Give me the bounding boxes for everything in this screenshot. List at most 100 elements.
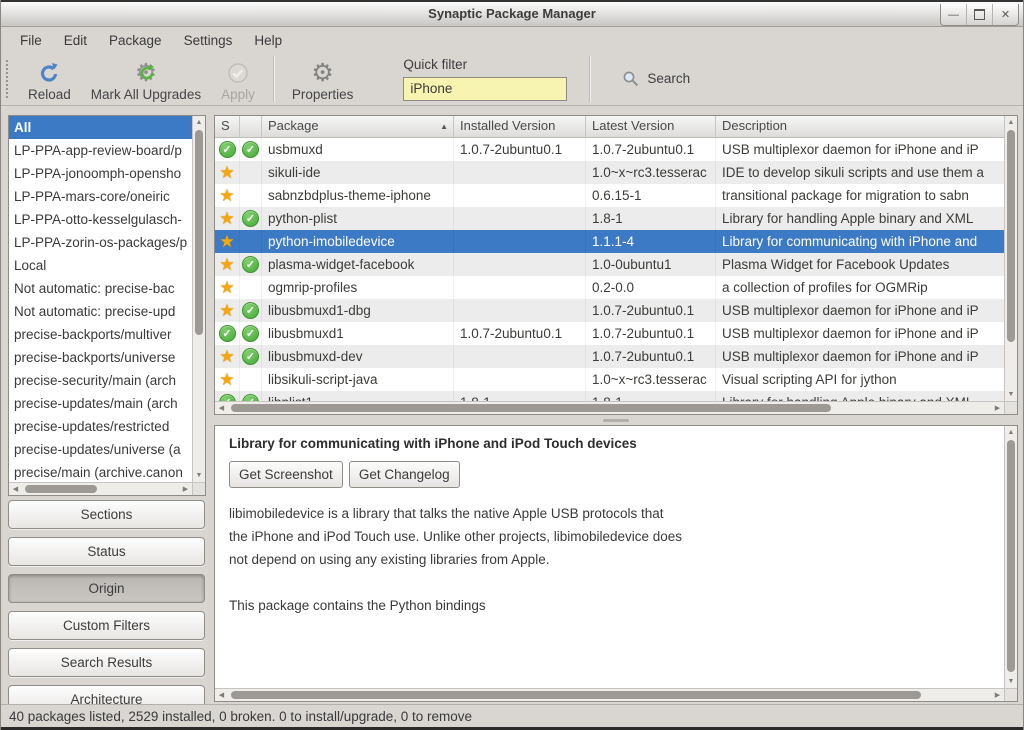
origin-list-item[interactable]: precise-backports/universe [9, 346, 192, 369]
installed-version [454, 230, 586, 253]
filter-category-button[interactable]: Status [8, 537, 205, 566]
origin-list-item[interactable]: precise-updates/universe (a [9, 438, 192, 461]
window-title: Synaptic Package Manager [1, 2, 1023, 26]
toolbar-grip [6, 60, 10, 98]
menu-item[interactable]: Package [98, 31, 173, 50]
reload-button[interactable]: Reload [18, 55, 81, 103]
scrollbar-thumb[interactable] [25, 485, 97, 493]
get-changelog-button[interactable]: Get Changelog [349, 461, 460, 488]
column-header-supported[interactable] [240, 116, 262, 137]
scrollbar-thumb[interactable] [1007, 130, 1015, 342]
scrollbar-corner [192, 482, 205, 495]
table-row[interactable]: python-plist 1.8-1 Library for handling … [215, 207, 1004, 230]
origin-list-item[interactable]: precise/main (archive.canon [9, 461, 192, 482]
package-description: transitional package for migration to sa… [716, 184, 1004, 207]
quick-filter-input[interactable] [403, 77, 567, 101]
properties-button[interactable]: ⚙ Properties [282, 55, 364, 103]
column-header-installed-version[interactable]: Installed Version [454, 116, 586, 137]
new-version-star-icon [215, 184, 240, 207]
filter-category-button[interactable]: Sections [8, 500, 205, 529]
table-row[interactable]: libusbmuxd-dev 1.0.7-2ubuntu0.1 USB mult… [215, 345, 1004, 368]
origin-list-item[interactable]: LP-PPA-mars-core/oneiric [9, 185, 192, 208]
scroll-right-icon[interactable] [991, 689, 1004, 701]
package-description: Library for communicating with iPhone an… [716, 230, 1004, 253]
apply-button[interactable]: Apply [211, 55, 265, 103]
search-button[interactable]: Search [614, 64, 698, 94]
details-vertical-scrollbar[interactable] [1004, 426, 1017, 688]
scroll-down-icon[interactable] [1005, 388, 1017, 401]
installed-check-icon [240, 138, 262, 161]
statusbar: 40 packages listed, 2529 installed, 0 br… [1, 704, 1023, 730]
origin-list-panel: AllLP-PPA-app-review-board/pLP-PPA-jonoo… [8, 115, 206, 496]
installed-version [454, 345, 586, 368]
origin-list-horizontal-scrollbar[interactable] [9, 482, 192, 495]
details-title: Library for communicating with iPhone an… [229, 436, 990, 451]
table-row[interactable]: libusbmuxd1 1.0.7-2ubuntu0.1 1.0.7-2ubun… [215, 322, 1004, 345]
menu-item[interactable]: Help [243, 31, 293, 50]
filter-category-button[interactable]: Custom Filters [8, 611, 205, 640]
filter-category-button[interactable]: Origin [8, 574, 205, 603]
origin-list-item[interactable]: precise-security/main (arch [9, 369, 192, 392]
menu-item[interactable]: File [9, 31, 53, 50]
origin-list-vertical-scrollbar[interactable] [192, 116, 205, 482]
scrollbar-thumb[interactable] [231, 691, 921, 699]
table-row[interactable]: libsikuli-script-java 1.0~x~rc3.tesserac… [215, 368, 1004, 391]
scroll-up-icon[interactable] [193, 116, 205, 129]
latest-version: 1.0~x~rc3.tesserac [586, 368, 716, 391]
column-header-latest-version[interactable]: Latest Version [586, 116, 716, 137]
table-row[interactable]: libplist1 1.8-1 1.8-1 Library for handli… [215, 391, 1004, 401]
column-header-status[interactable]: S [215, 116, 240, 137]
table-row[interactable]: ogmrip-profiles 0.2-0.0 a collection of … [215, 276, 1004, 299]
origin-list-item[interactable]: LP-PPA-zorin-os-packages/p [9, 231, 192, 254]
scroll-left-icon[interactable] [215, 402, 228, 414]
get-screenshot-button[interactable]: Get Screenshot [229, 461, 343, 488]
minimize-button[interactable]: — [941, 4, 966, 25]
origin-list-item[interactable]: precise-backports/multiver [9, 323, 192, 346]
new-version-star-icon [215, 253, 240, 276]
details-buttons: Get Screenshot Get Changelog [229, 461, 990, 488]
filter-category-button[interactable]: Search Results [8, 648, 205, 677]
column-header-package[interactable]: Package ▲ [262, 116, 454, 137]
origin-list-item[interactable]: precise-updates/main (arch [9, 392, 192, 415]
scroll-up-icon[interactable] [1005, 116, 1017, 129]
origin-list-item[interactable]: LP-PPA-jonoomph-opensho [9, 162, 192, 185]
scroll-left-icon[interactable] [9, 483, 22, 495]
scrollbar-thumb[interactable] [195, 130, 203, 335]
scroll-right-icon[interactable] [991, 402, 1004, 414]
origin-list-item[interactable]: precise-updates/restricted [9, 415, 192, 438]
scrollbar-thumb[interactable] [231, 404, 831, 412]
mark-all-upgrades-button[interactable]: ⚙ Mark All Upgrades [81, 55, 211, 103]
column-header-description[interactable]: Description [716, 116, 1004, 137]
close-button[interactable]: ✕ [992, 4, 1018, 25]
new-version-star-icon [215, 207, 240, 230]
table-vertical-scrollbar[interactable] [1004, 116, 1017, 401]
table-row[interactable]: python-imobiledevice 1.1.1-4 Library for… [215, 230, 1004, 253]
table-horizontal-scrollbar[interactable] [215, 401, 1004, 414]
package-name: ogmrip-profiles [262, 276, 454, 299]
scroll-down-icon[interactable] [1005, 675, 1017, 688]
table-rows: usbmuxd 1.0.7-2ubuntu0.1 1.0.7-2ubuntu0.… [215, 138, 1004, 401]
menu-item[interactable]: Settings [173, 31, 244, 50]
origin-list-item[interactable]: Not automatic: precise-bac [9, 277, 192, 300]
table-row[interactable]: sabnzbdplus-theme-iphone 0.6.15-1 transi… [215, 184, 1004, 207]
origin-list-item[interactable]: LP-PPA-otto-kesselgulasch- [9, 208, 192, 231]
table-row[interactable]: libusbmuxd1-dbg 1.0.7-2ubuntu0.1 USB mul… [215, 299, 1004, 322]
origin-list-item[interactable]: All [9, 116, 192, 139]
scroll-up-icon[interactable] [1005, 426, 1017, 439]
origin-list-item[interactable]: Not automatic: precise-upd [9, 300, 192, 323]
scroll-right-icon[interactable] [179, 483, 192, 495]
origin-list-item[interactable]: Local [9, 254, 192, 277]
scroll-down-icon[interactable] [193, 469, 205, 482]
scrollbar-thumb[interactable] [1007, 440, 1015, 672]
table-row[interactable]: usbmuxd 1.0.7-2ubuntu0.1 1.0.7-2ubuntu0.… [215, 138, 1004, 161]
installed-check-icon [240, 345, 262, 368]
table-row[interactable]: sikuli-ide 1.0~x~rc3.tesserac IDE to dev… [215, 161, 1004, 184]
panel-splitter[interactable] [214, 415, 1018, 425]
menu-item[interactable]: Edit [53, 31, 98, 50]
origin-list-item[interactable]: LP-PPA-app-review-board/p [9, 139, 192, 162]
maximize-button[interactable] [966, 4, 992, 25]
table-row[interactable]: plasma-widget-facebook 1.0-0ubuntu1 Plas… [215, 253, 1004, 276]
details-horizontal-scrollbar[interactable] [215, 688, 1004, 701]
latest-version: 1.0-0ubuntu1 [586, 253, 716, 276]
scroll-left-icon[interactable] [215, 689, 228, 701]
